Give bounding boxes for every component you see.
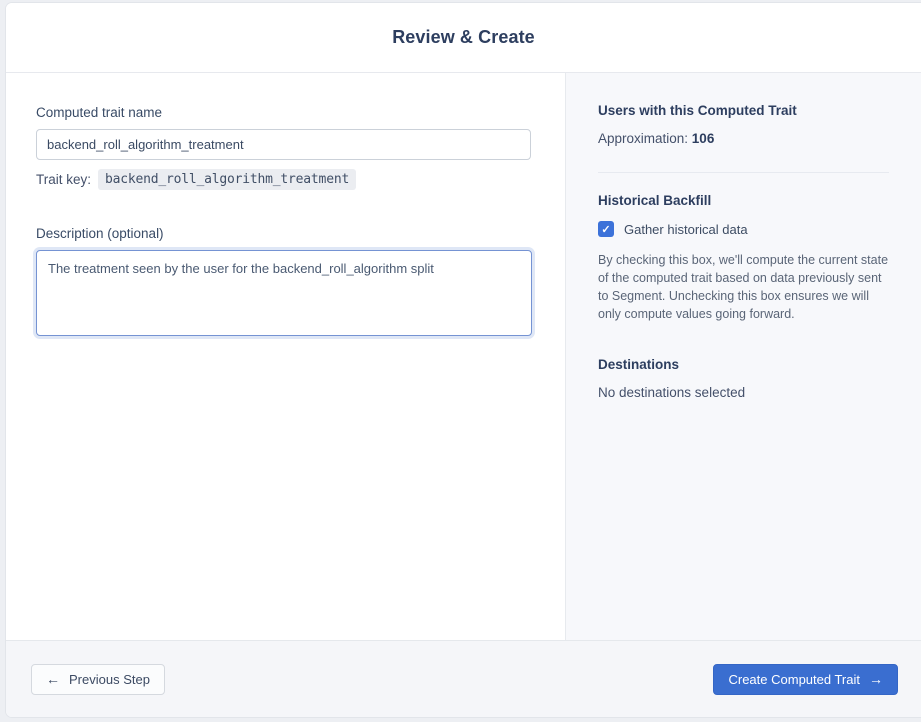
- trait-name-label: Computed trait name: [36, 105, 163, 120]
- body: Computed trait name Trait key: backend_r…: [6, 73, 921, 640]
- section-divider: [598, 172, 889, 173]
- summary-pane: Users with this Computed Trait Approxima…: [565, 73, 921, 640]
- description-group: Description (optional) The treatment see…: [36, 226, 535, 341]
- users-heading: Users with this Computed Trait: [598, 103, 797, 118]
- destinations-group: Destinations No destinations selected: [598, 357, 889, 400]
- trait-key-label: Trait key:: [36, 172, 92, 187]
- gather-historical-label: Gather historical data: [624, 221, 748, 237]
- gather-historical-checkbox[interactable]: ✓: [598, 221, 614, 237]
- footer: ← Previous Step Create Computed Trait →: [6, 640, 921, 717]
- arrow-right-icon: →: [869, 671, 883, 687]
- gather-historical-checkbox-row[interactable]: ✓ Gather historical data: [598, 221, 889, 237]
- header: Review & Create: [6, 3, 921, 73]
- approximation-label: Approximation:: [598, 131, 692, 146]
- trait-key-row: Trait key: backend_roll_algorithm_treatm…: [36, 169, 535, 190]
- description-textarea[interactable]: The treatment seen by the user for the b…: [36, 250, 532, 336]
- review-create-card: Review & Create Computed trait name Trai…: [5, 2, 921, 718]
- approximation-value: 106: [691, 131, 715, 146]
- approximation-row: Approximation: 106: [598, 131, 889, 146]
- previous-step-button[interactable]: ← Previous Step: [31, 663, 165, 695]
- backfill-description: By checking this box, we'll compute the …: [598, 253, 889, 321]
- trait-key-badge: backend_roll_algorithm_treatment: [98, 169, 357, 190]
- form-pane: Computed trait name Trait key: backend_r…: [6, 73, 565, 640]
- create-trait-label: Create Computed Trait: [728, 671, 860, 687]
- page-title: Review & Create: [392, 27, 535, 47]
- previous-step-label: Previous Step: [69, 671, 150, 687]
- arrow-left-icon: ←: [46, 671, 60, 687]
- description-label: Description (optional): [36, 226, 164, 241]
- destinations-heading: Destinations: [598, 357, 680, 372]
- trait-name-input[interactable]: [36, 129, 531, 160]
- checkbox-check-icon: ✓: [601, 223, 611, 236]
- destinations-value: No destinations selected: [598, 385, 746, 400]
- create-computed-trait-button[interactable]: Create Computed Trait →: [713, 663, 898, 695]
- backfill-heading: Historical Backfill: [598, 193, 712, 208]
